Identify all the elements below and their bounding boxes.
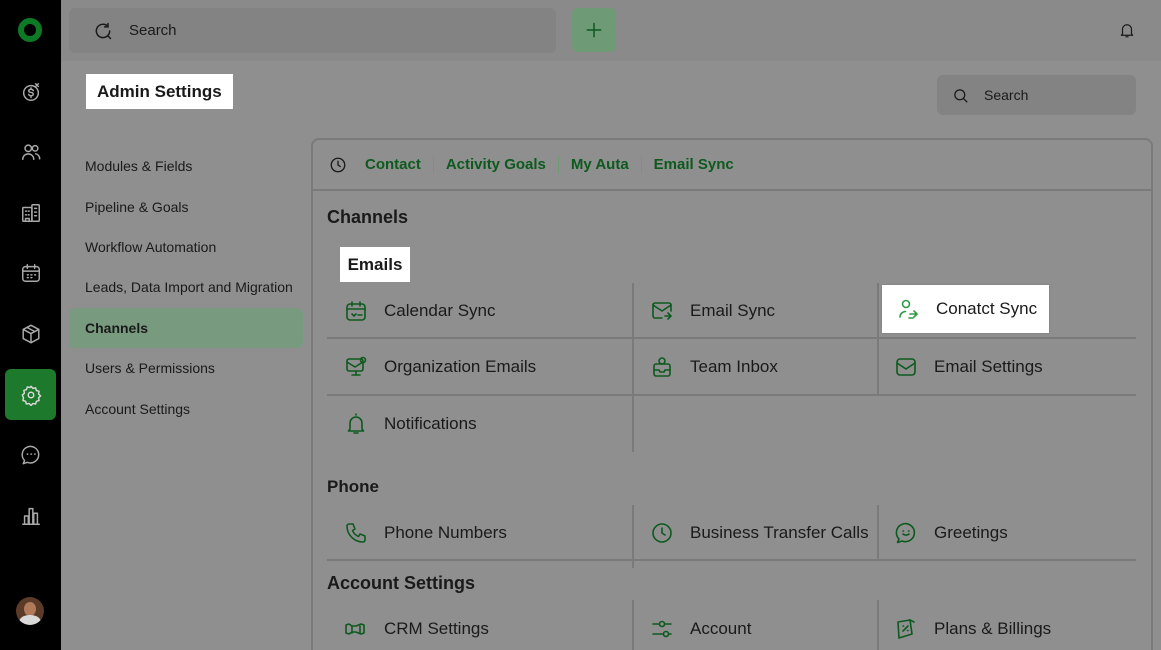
phone-numbers-label: Phone Numbers <box>384 523 507 542</box>
team-inbox-label: Team Inbox <box>690 357 778 376</box>
divider <box>877 505 879 561</box>
settings-nav-channels[interactable]: Channels <box>69 307 303 348</box>
settings-nav-modules-fields[interactable]: Modules & Fields <box>69 146 303 186</box>
settings-icon[interactable] <box>5 369 56 420</box>
plus-icon <box>586 22 602 38</box>
notifications-label: Notifications <box>384 414 477 433</box>
team-inbox-item[interactable]: Team Inbox <box>650 339 778 395</box>
crm-settings-label: CRM Settings <box>384 619 489 638</box>
notifications-item[interactable]: Notifications <box>344 396 477 452</box>
greetings-item[interactable]: Greetings <box>894 505 1008 561</box>
settings-nav: Modules & Fields Pipeline & Goals Workfl… <box>69 146 303 429</box>
account-label: Account <box>690 619 752 638</box>
account-settings-section-label: Account Settings <box>327 573 476 593</box>
business-transfer-calls-label: Business Transfer Calls <box>690 523 869 542</box>
divider <box>877 600 879 650</box>
settings-nav-users-permissions[interactable]: Users & Permissions <box>69 348 303 388</box>
notifications-icon <box>347 413 365 434</box>
search-icon <box>95 22 112 39</box>
global-search-label: Search <box>129 22 177 39</box>
calendar-sync-item[interactable]: Calendar Sync <box>344 283 496 339</box>
app-logo[interactable] <box>18 18 42 42</box>
billing-icon <box>897 619 915 639</box>
add-button[interactable] <box>572 8 616 52</box>
clock-icon <box>652 523 672 543</box>
phone-numbers-item[interactable]: Phone Numbers <box>344 505 507 561</box>
clock-icon <box>330 157 346 172</box>
companies-icon[interactable] <box>5 187 56 238</box>
crm-settings-icon <box>345 623 365 635</box>
settings-search-label: Search <box>984 87 1029 103</box>
top-bar: Search <box>61 0 1161 61</box>
notifications-button[interactable] <box>1118 20 1138 40</box>
settings-nav-account-settings[interactable]: Account Settings <box>69 388 303 428</box>
user-avatar[interactable] <box>16 597 44 625</box>
contact-sync-icon <box>899 299 918 319</box>
settings-nav-workflow-automation[interactable]: Workflow Automation <box>69 227 303 267</box>
channels-heading: Channels <box>327 207 409 227</box>
contact-sync-label: Conatct Sync <box>936 299 1038 318</box>
email-sync-item[interactable]: Email Sync <box>650 283 775 339</box>
divider <box>632 600 634 650</box>
search-icon <box>954 88 968 103</box>
global-search-input[interactable]: Search <box>69 8 556 53</box>
recent-tab-email-sync[interactable]: Email Sync <box>640 155 746 174</box>
organization-emails-label: Organization Emails <box>384 357 537 376</box>
phone-icon <box>346 523 366 543</box>
app-rail <box>0 0 61 650</box>
email-sync-icon <box>652 302 672 320</box>
recent-tab-contact[interactable]: Contact <box>365 156 433 174</box>
organization-emails-item[interactable]: Organization Emails <box>344 339 536 395</box>
divider <box>877 283 879 395</box>
contact-sync-item[interactable]: Conatct Sync <box>882 285 1050 333</box>
greetings-icon <box>895 522 916 544</box>
settings-nav-pipeline-goals[interactable]: Pipeline & Goals <box>69 186 303 226</box>
phone-section-label: Phone <box>327 477 379 496</box>
deals-icon[interactable] <box>5 66 56 117</box>
plans-billings-item[interactable]: Plans & Billings <box>894 601 1051 650</box>
greetings-label: Greetings <box>934 523 1008 542</box>
email-settings-icon <box>896 358 916 376</box>
contacts-icon[interactable] <box>5 126 56 177</box>
products-icon[interactable] <box>5 308 56 359</box>
account-item[interactable]: Account <box>650 601 751 650</box>
recent-tab-activity-goals[interactable]: Activity Goals <box>432 155 558 174</box>
team-inbox-icon <box>653 357 671 377</box>
recent-tab-my-auta[interactable]: My Auta <box>557 155 641 174</box>
plans-billings-label: Plans & Billings <box>934 619 1052 638</box>
organization-emails-icon <box>346 356 367 376</box>
recent-tabs: Contact Activity Goals My Auta Email Syn… <box>313 140 1151 191</box>
email-settings-label: Email Settings <box>934 357 1043 376</box>
page-title: Admin Settings <box>86 74 233 109</box>
settings-search-input[interactable]: Search <box>937 75 1136 115</box>
business-transfer-calls-item[interactable]: Business Transfer Calls <box>650 505 869 561</box>
chat-icon[interactable] <box>5 429 56 480</box>
settings-nav-leads-import[interactable]: Leads, Data Import and Migration <box>69 267 303 307</box>
emails-section-label: Emails <box>340 247 410 282</box>
calendar-sync-label: Calendar Sync <box>384 301 496 320</box>
divider <box>632 283 634 452</box>
calendar-icon[interactable] <box>5 247 56 298</box>
account-icon <box>652 620 672 638</box>
email-settings-item[interactable]: Email Settings <box>894 339 1043 395</box>
email-sync-label: Email Sync <box>690 301 776 320</box>
bell-icon <box>1120 24 1134 38</box>
calendar-sync-icon <box>346 301 366 321</box>
crm-settings-item[interactable]: CRM Settings <box>344 601 489 650</box>
reports-icon[interactable] <box>5 490 56 541</box>
